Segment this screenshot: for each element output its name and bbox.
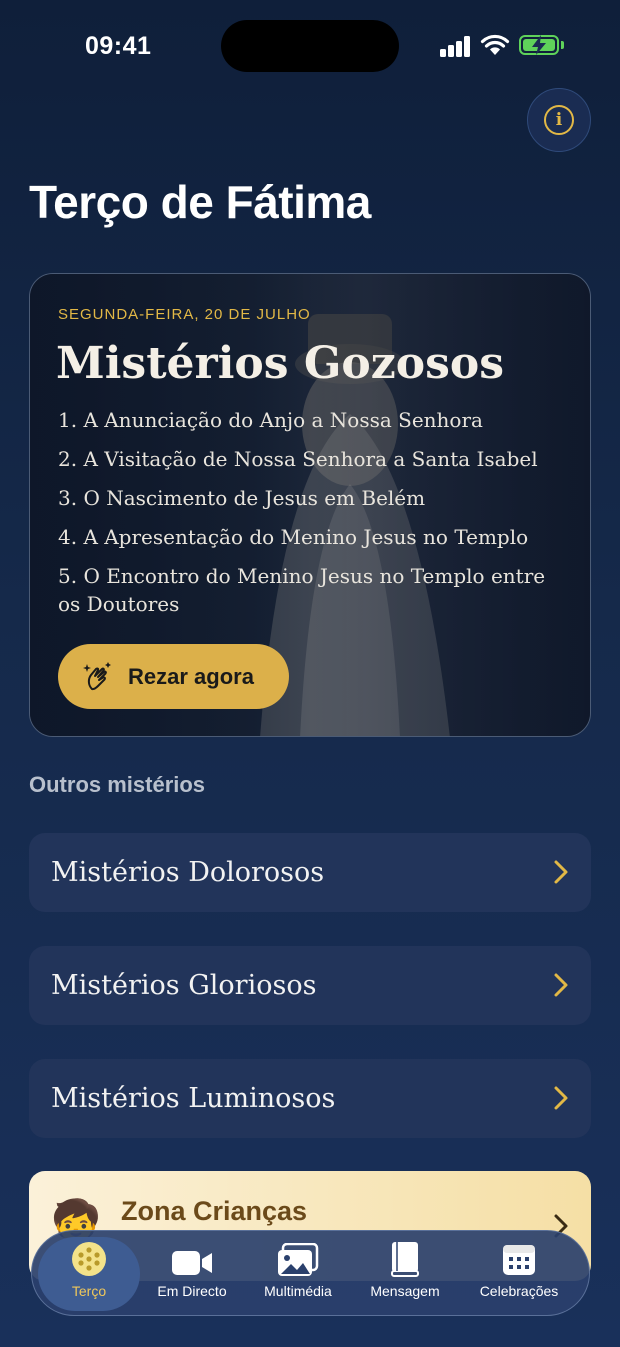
tab-celebracoes[interactable]: Celebrações — [464, 1237, 574, 1311]
charging-bolt-icon — [532, 35, 546, 55]
chevron-right-icon — [554, 973, 568, 997]
mystery-item: 3. O Nascimento de Jesus em Belém — [58, 486, 426, 510]
tab-multimedia[interactable]: Multimédia — [250, 1237, 346, 1311]
kids-zone-title: Zona Crianças — [121, 1196, 308, 1226]
wifi-icon — [480, 34, 510, 55]
tab-label: Multimédia — [264, 1283, 332, 1299]
info-icon: i — [544, 105, 574, 135]
row-label: Mistérios Gloriosos — [51, 970, 317, 1001]
mystery-item: 1. A Anunciação do Anjo a Nossa Senhora — [58, 408, 483, 432]
cellular-signal-icon — [440, 35, 472, 57]
mystery-list: 1. A Anunciação do Anjo a Nossa Senhora … — [58, 406, 548, 629]
status-time: 09:41 — [85, 32, 152, 60]
chevron-right-icon — [554, 1086, 568, 1110]
tab-label: Celebrações — [479, 1283, 559, 1299]
pray-now-label: Rezar agora — [128, 663, 254, 689]
photo-gallery-icon — [276, 1237, 320, 1277]
mystery-item: 4. A Apresentação do Menino Jesus no Tem… — [58, 525, 529, 549]
tab-label: Terço — [71, 1283, 107, 1299]
video-camera-icon — [171, 1237, 213, 1277]
chevron-right-icon — [554, 860, 568, 884]
tab-bar: Terço Em Directo Multimédia Mensagem Cel… — [31, 1230, 590, 1316]
dynamic-island — [221, 20, 399, 72]
row-label: Mistérios Luminosos — [51, 1083, 336, 1114]
page-title: Terço de Fátima — [29, 176, 371, 228]
todays-mystery-card: SEGUNDA-FEIRA, 20 DE JULHO Mistérios Goz… — [29, 273, 591, 737]
tab-mensagem[interactable]: Mensagem — [356, 1237, 454, 1311]
tab-em-directo[interactable]: Em Directo — [142, 1237, 242, 1311]
battery-cap — [561, 41, 564, 49]
row-label: Mistérios Dolorosos — [51, 857, 325, 888]
mystery-item: 2. A Visitação de Nossa Senhora a Santa … — [58, 447, 538, 471]
hero-title: Mistérios Gozosos — [56, 338, 504, 389]
tab-label: Mensagem — [370, 1283, 440, 1299]
rosary-icon — [71, 1237, 107, 1277]
calendar-icon — [501, 1237, 537, 1277]
book-icon — [389, 1237, 421, 1277]
hero-date: SEGUNDA-FEIRA, 20 DE JULHO — [58, 306, 311, 323]
praying-hands-icon — [83, 661, 111, 690]
tab-label: Em Directo — [157, 1283, 227, 1299]
sorrowful-mysteries-row[interactable]: Mistérios Dolorosos — [29, 833, 591, 912]
glorious-mysteries-row[interactable]: Mistérios Gloriosos — [29, 946, 591, 1025]
other-mysteries-label: Outros mistérios — [29, 772, 206, 797]
info-button[interactable]: i — [527, 88, 591, 152]
status-bar: 09:41 — [0, 0, 620, 90]
luminous-mysteries-row[interactable]: Mistérios Luminosos — [29, 1059, 591, 1138]
pray-now-button[interactable]: Rezar agora — [58, 644, 289, 709]
mystery-item: 5. O Encontro do Menino Jesus no Templo … — [58, 564, 546, 616]
tab-terco[interactable]: Terço — [38, 1237, 140, 1311]
